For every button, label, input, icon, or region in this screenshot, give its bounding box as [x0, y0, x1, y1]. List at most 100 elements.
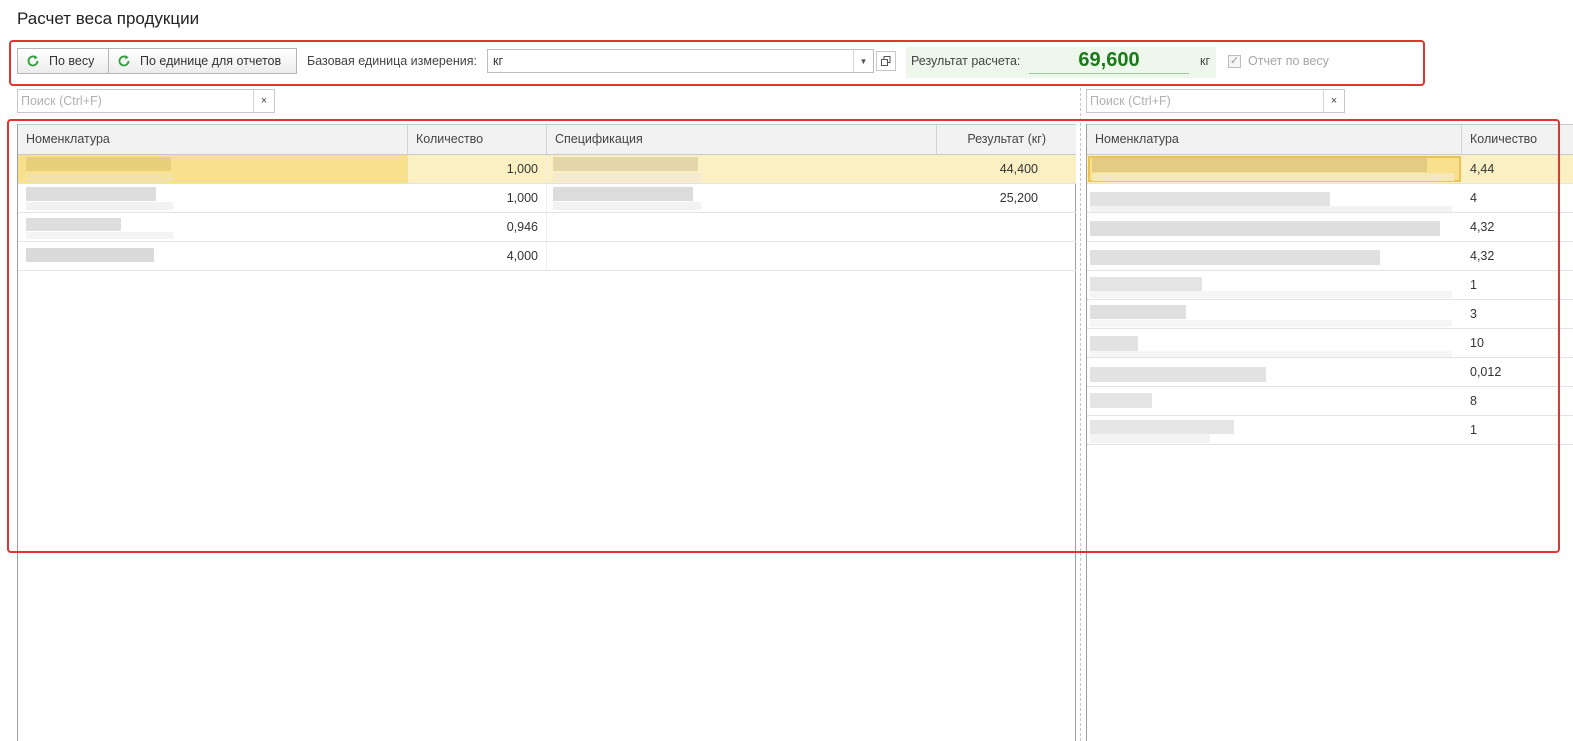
base-unit-label: Базовая единица измерения: [307, 54, 477, 68]
table-row[interactable]: 8 [1087, 387, 1573, 416]
specification-cell[interactable] [547, 242, 937, 270]
redacted-text [26, 157, 171, 171]
table-row[interactable]: 10 [1087, 329, 1573, 358]
redacted-text [26, 218, 121, 231]
quantity-cell[interactable]: 8 [1462, 387, 1573, 415]
quantity-cell[interactable]: 0,946 [408, 213, 547, 241]
nomenclature-cell[interactable] [18, 213, 408, 241]
table-row[interactable]: 1 [1087, 416, 1573, 445]
redacted-text [1090, 250, 1380, 265]
quantity-cell[interactable]: 4,44 [1462, 155, 1573, 183]
nomenclature-cell[interactable] [1087, 329, 1462, 357]
quantity-cell[interactable]: 1 [1462, 271, 1573, 299]
specification-cell[interactable] [547, 184, 937, 212]
result-value: 69,600 [1029, 49, 1189, 74]
column-header-nomenclature[interactable]: Номенклатура [1087, 125, 1462, 154]
column-header-result[interactable]: Результат (кг) [937, 125, 1076, 154]
redacted-text [1090, 192, 1330, 206]
redacted-text [1092, 158, 1427, 172]
table-row[interactable]: 4,44 [1087, 155, 1573, 184]
open-window-icon[interactable] [876, 51, 896, 71]
redacted-text [1090, 277, 1202, 291]
redacted-text [1090, 351, 1452, 357]
nomenclature-cell[interactable] [1087, 358, 1462, 386]
by-report-unit-button[interactable]: По единице для отчетов [108, 48, 297, 74]
quantity-cell[interactable]: 4,32 [1462, 213, 1573, 241]
panel-splitter[interactable] [1080, 88, 1081, 741]
result-cell[interactable]: 44,400 [937, 155, 1076, 183]
redacted-text [553, 173, 701, 182]
close-icon[interactable]: × [1323, 90, 1344, 112]
column-header-specification[interactable]: Спецификация [547, 125, 937, 154]
specification-cell[interactable] [547, 155, 937, 183]
quantity-cell[interactable]: 1,000 [408, 155, 547, 183]
nomenclature-cell[interactable] [1087, 184, 1462, 212]
quantity-cell[interactable]: 1 [1462, 416, 1573, 444]
redacted-text [1090, 221, 1440, 236]
left-search-input[interactable] [18, 90, 253, 112]
nomenclature-cell[interactable] [18, 184, 408, 212]
by-weight-label: По весу [49, 54, 95, 68]
left-table-header: Номенклатура Количество Спецификация Рез… [18, 124, 1076, 155]
nomenclature-cell[interactable] [1087, 416, 1462, 444]
base-unit-field[interactable]: кг ▼ [487, 49, 874, 73]
column-header-quantity[interactable]: Количество [1462, 125, 1573, 154]
page-title: Расчет веса продукции [17, 9, 200, 28]
redacted-text [553, 187, 693, 201]
close-icon[interactable]: × [253, 90, 274, 112]
by-weight-button[interactable]: По весу [17, 48, 109, 74]
base-unit-value: кг [493, 54, 504, 68]
quantity-cell[interactable]: 4 [1462, 184, 1573, 212]
redacted-text [26, 248, 154, 262]
nomenclature-cell[interactable] [1087, 271, 1462, 299]
quantity-cell[interactable]: 4,32 [1462, 242, 1573, 270]
table-row[interactable]: 1 [1087, 271, 1573, 300]
quantity-cell[interactable]: 1,000 [408, 184, 547, 212]
right-search-input[interactable] [1087, 90, 1323, 112]
nomenclature-cell[interactable] [1087, 387, 1462, 415]
check-icon: ✓ [1229, 55, 1240, 67]
table-row[interactable]: 0,946 [18, 213, 1076, 242]
redacted-text [1090, 336, 1138, 351]
table-row[interactable]: 1,000 44,400 [18, 155, 1076, 184]
left-table: Номенклатура Количество Спецификация Рез… [17, 124, 1076, 741]
result-cell[interactable]: 25,200 [937, 184, 1076, 212]
right-search-field[interactable]: × [1086, 89, 1345, 113]
nomenclature-cell[interactable] [1087, 242, 1462, 270]
column-header-quantity[interactable]: Количество [408, 125, 547, 154]
result-cell[interactable] [937, 242, 1076, 270]
result-unit: кг [1200, 54, 1211, 68]
right-table: Номенклатура Количество 4,44 4 4,32 4,32 [1086, 124, 1573, 741]
redacted-text [1090, 367, 1266, 382]
quantity-cell[interactable]: 0,012 [1462, 358, 1573, 386]
table-row[interactable]: 4,32 [1087, 213, 1573, 242]
quantity-cell[interactable]: 10 [1462, 329, 1573, 357]
quantity-cell[interactable]: 4,000 [408, 242, 547, 270]
table-row[interactable]: 0,012 [1087, 358, 1573, 387]
by-report-unit-label: По единице для отчетов [140, 54, 282, 68]
table-row[interactable]: 4,32 [1087, 242, 1573, 271]
redacted-text [553, 202, 701, 210]
refresh-icon [27, 55, 39, 67]
redacted-text [1090, 206, 1452, 212]
nomenclature-cell[interactable] [1087, 300, 1462, 328]
table-row[interactable]: 4 [1087, 184, 1573, 213]
table-row[interactable]: 1,000 25,200 [18, 184, 1076, 213]
result-cell[interactable] [937, 213, 1076, 241]
report-by-weight-checkbox[interactable]: ✓ [1228, 55, 1241, 68]
column-header-nomenclature[interactable]: Номенклатура [18, 125, 408, 154]
nomenclature-cell[interactable] [1088, 156, 1461, 182]
left-search-field[interactable]: × [17, 89, 275, 113]
table-row[interactable]: 4,000 [18, 242, 1076, 271]
nomenclature-cell[interactable] [1087, 213, 1462, 241]
redacted-text [26, 173, 173, 182]
nomenclature-cell[interactable] [18, 155, 408, 183]
nomenclature-cell[interactable] [18, 242, 408, 270]
redacted-text [553, 157, 698, 171]
right-table-header: Номенклатура Количество [1087, 124, 1573, 155]
redacted-text [1092, 173, 1454, 181]
quantity-cell[interactable]: 3 [1462, 300, 1573, 328]
table-row[interactable]: 3 [1087, 300, 1573, 329]
specification-cell[interactable] [547, 213, 937, 241]
chevron-down-icon[interactable]: ▼ [853, 50, 873, 72]
